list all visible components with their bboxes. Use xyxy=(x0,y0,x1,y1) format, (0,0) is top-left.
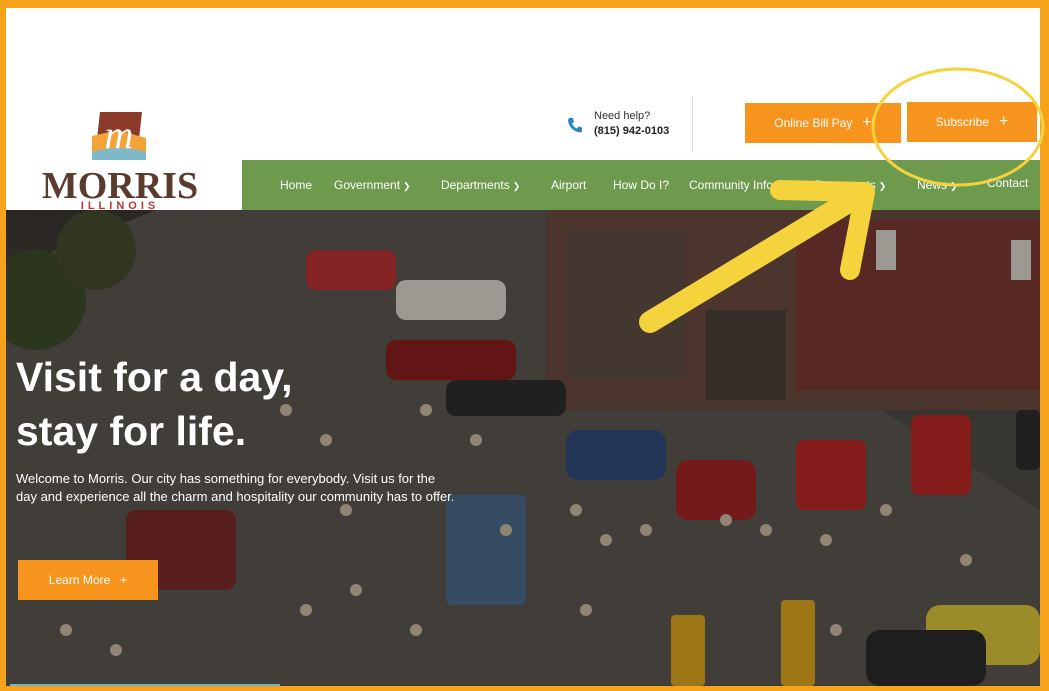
online-bill-pay-button[interactable]: Online Bill Pay + xyxy=(745,103,901,143)
nav-item-label: News xyxy=(917,178,948,192)
hero-title: Visit for a day, stay for life. xyxy=(16,350,292,458)
nav-item-label: Airport xyxy=(551,178,587,192)
help-phone-number[interactable]: (815) 942-0103 xyxy=(594,125,669,137)
nav-item-label: Home xyxy=(280,178,313,192)
svg-text:m: m xyxy=(105,112,134,157)
header-divider xyxy=(692,96,693,152)
subscribe-label: Subscribe xyxy=(935,115,990,129)
learn-more-label: Learn More xyxy=(48,573,111,587)
nav-item-government[interactable]: Government ❯ xyxy=(334,178,411,192)
hero-title-line-1: Visit for a day, xyxy=(16,354,293,400)
nav-item-departments[interactable]: Departments ❯ xyxy=(441,178,520,192)
plus-icon: + xyxy=(999,113,1009,130)
frame-right-border xyxy=(1040,0,1049,691)
nav-item-airport[interactable]: Airport xyxy=(551,178,586,192)
hero-banner: Visit for a day, stay for life. Welcome … xyxy=(6,210,1040,686)
help-label: Need help? xyxy=(594,110,651,122)
phone-icon xyxy=(568,118,582,133)
nav-item-label: Community Info xyxy=(689,178,774,192)
site-logo[interactable]: m MORRIS ILLINOIS xyxy=(40,104,200,214)
nav-item-label: Documents xyxy=(815,178,876,192)
nav-item-label: Government xyxy=(334,178,401,192)
hero-title-line-2: stay for life. xyxy=(16,408,247,454)
frame-bottom-border xyxy=(0,686,1049,691)
learn-more-button[interactable]: Learn More + xyxy=(18,560,158,600)
chevron-down-icon: ❯ xyxy=(878,181,887,191)
nav-item-label: Departments xyxy=(441,178,510,192)
nav-item-home[interactable]: Home xyxy=(280,178,312,192)
nav-item-label: Contact xyxy=(987,176,1029,190)
help-contact[interactable]: Need help? (815) 942-0103 xyxy=(566,110,686,142)
chevron-down-icon: ❯ xyxy=(403,181,411,191)
nav-item-documents[interactable]: Documents ❯ xyxy=(815,178,886,192)
plus-icon: + xyxy=(862,114,872,131)
subscribe-button[interactable]: Subscribe + xyxy=(907,102,1037,142)
plus-icon: + xyxy=(120,573,128,587)
frame-top-border xyxy=(0,0,1049,8)
nav-item-community-info[interactable]: Community Info ❯ xyxy=(689,178,784,192)
hero-description: Welcome to Morris. Our city has somethin… xyxy=(16,471,455,504)
nav-item-contact[interactable]: Contact xyxy=(987,176,1028,190)
online-bill-pay-label: Online Bill Pay xyxy=(774,116,853,130)
nav-item-label: How Do I? xyxy=(613,178,670,192)
hero-bottom-tab xyxy=(10,684,280,686)
chevron-down-icon: ❯ xyxy=(950,181,958,191)
chevron-down-icon: ❯ xyxy=(776,181,784,191)
logo-mark-icon: m xyxy=(92,112,146,160)
nav-item-news[interactable]: News ❯ xyxy=(917,178,958,192)
main-navigation: Home Government ❯ Departments ❯ Airport Ho… xyxy=(242,160,1040,210)
chevron-down-icon: ❯ xyxy=(512,181,521,191)
nav-item-how-do-i[interactable]: How Do I? xyxy=(613,178,669,192)
